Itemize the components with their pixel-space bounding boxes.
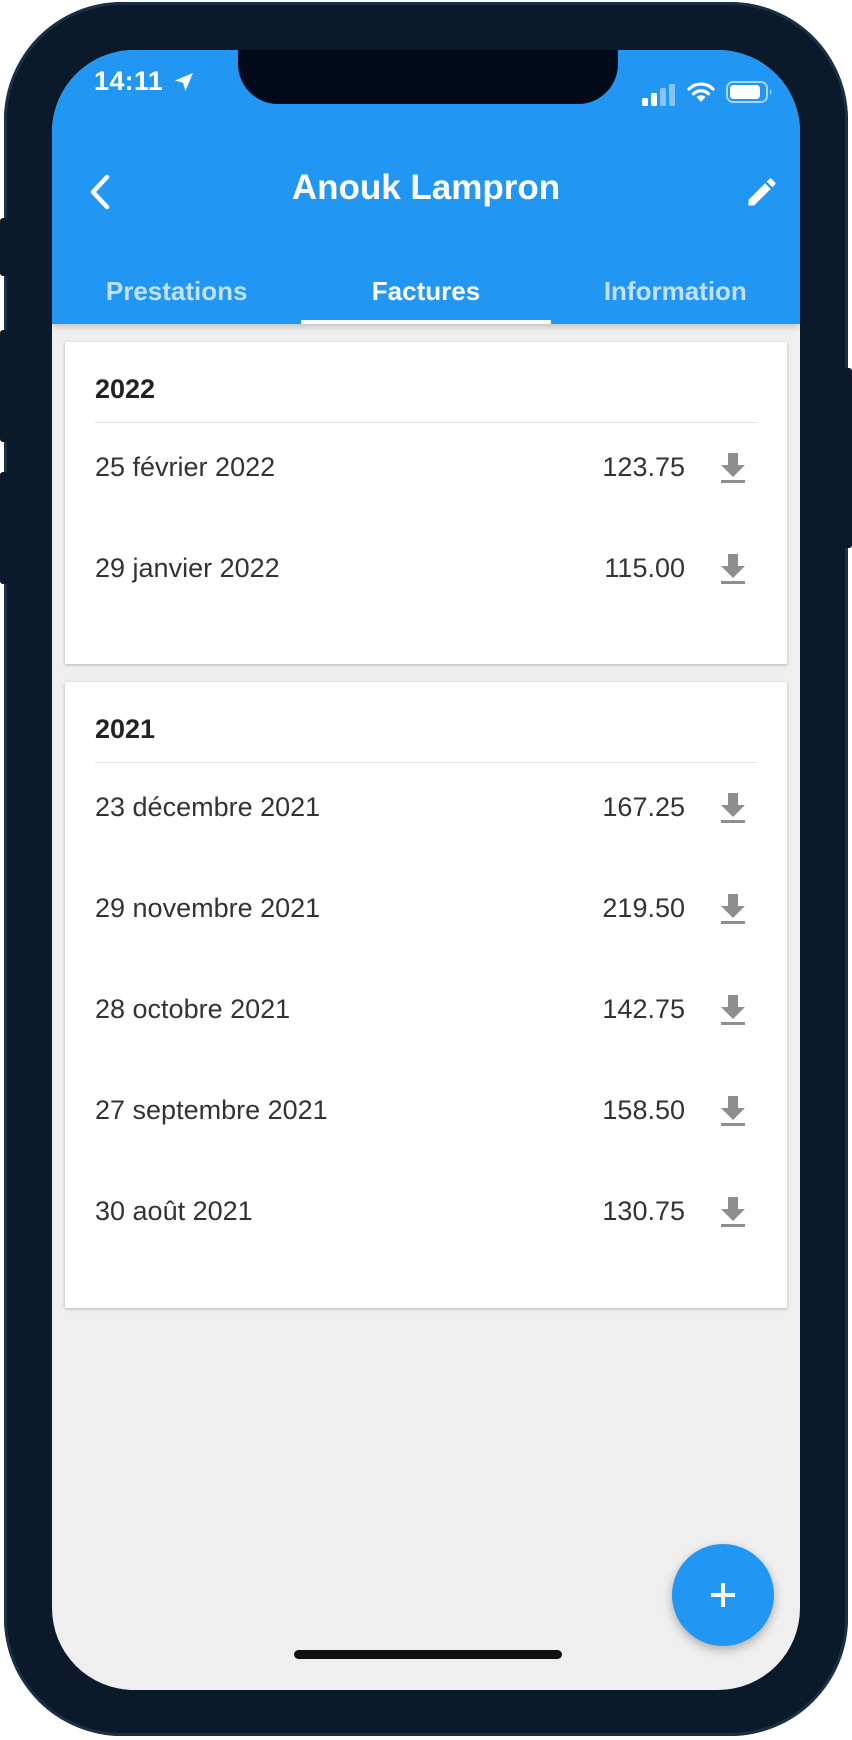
invoice-row[interactable]: 27 septembre 2021 158.50 bbox=[65, 1065, 787, 1166]
volume-up-button bbox=[0, 330, 8, 442]
invoice-amount: 130.75 bbox=[602, 1196, 685, 1226]
mute-switch bbox=[0, 218, 8, 276]
pencil-icon bbox=[748, 178, 776, 206]
invoice-amount: 219.50 bbox=[602, 893, 685, 923]
location-arrow-icon bbox=[175, 73, 193, 91]
download-icon bbox=[721, 793, 745, 823]
tab-information[interactable]: Information bbox=[551, 272, 800, 324]
download-button[interactable] bbox=[715, 790, 751, 826]
download-icon bbox=[721, 894, 745, 924]
download-button[interactable] bbox=[715, 450, 751, 486]
invoice-date: 30 août 2021 bbox=[95, 1196, 253, 1226]
download-button[interactable] bbox=[715, 1093, 751, 1129]
invoice-date: 29 janvier 2022 bbox=[95, 553, 280, 583]
wifi-icon bbox=[687, 82, 715, 102]
download-icon bbox=[721, 1197, 745, 1227]
year-heading: 2021 bbox=[95, 714, 156, 744]
year-card-2021: 2021 23 décembre 2021 167.25 29 novembre… bbox=[65, 682, 787, 1308]
home-indicator[interactable] bbox=[294, 1650, 562, 1659]
invoice-amount: 115.00 bbox=[604, 553, 685, 583]
page-title: Anouk Lampron bbox=[291, 168, 561, 207]
download-button[interactable] bbox=[715, 551, 751, 587]
notch bbox=[238, 50, 618, 104]
invoice-amount: 158.50 bbox=[602, 1095, 685, 1125]
invoice-amount: 167.25 bbox=[602, 792, 685, 822]
battery-icon bbox=[726, 81, 772, 103]
app-bar: 14:11 Anouk Lampron Prestations Factures… bbox=[52, 50, 800, 324]
invoice-row[interactable]: 28 octobre 2021 142.75 bbox=[65, 964, 787, 1065]
invoice-amount: 123.75 bbox=[602, 452, 685, 482]
plus-icon bbox=[711, 1583, 735, 1607]
power-button bbox=[844, 368, 852, 548]
phone-screen: 14:11 Anouk Lampron Prestations Factures… bbox=[52, 50, 800, 1690]
invoice-row[interactable]: 25 février 2022 123.75 bbox=[65, 422, 787, 523]
cellular-signal-icon bbox=[642, 84, 675, 106]
add-invoice-button[interactable] bbox=[672, 1544, 774, 1646]
chevron-left-icon bbox=[90, 174, 110, 210]
tab-factures[interactable]: Factures bbox=[301, 272, 551, 324]
invoice-row[interactable]: 23 décembre 2021 167.25 bbox=[65, 762, 787, 863]
download-icon bbox=[721, 554, 745, 584]
invoice-date: 27 septembre 2021 bbox=[95, 1095, 328, 1125]
invoice-date: 29 novembre 2021 bbox=[95, 893, 321, 923]
invoice-date: 25 février 2022 bbox=[95, 452, 276, 482]
tab-prestations[interactable]: Prestations bbox=[52, 272, 301, 324]
back-button[interactable] bbox=[72, 164, 128, 220]
invoice-date: 28 octobre 2021 bbox=[95, 994, 291, 1024]
tab-bar: Prestations Factures Information bbox=[52, 272, 800, 324]
year-heading: 2022 bbox=[95, 374, 156, 404]
download-icon bbox=[721, 453, 745, 483]
invoice-row[interactable]: 29 janvier 2022 115.00 bbox=[65, 523, 787, 624]
invoice-row[interactable]: 29 novembre 2021 219.50 bbox=[65, 863, 787, 964]
volume-down-button bbox=[0, 472, 8, 584]
download-icon bbox=[721, 995, 745, 1025]
download-button[interactable] bbox=[715, 992, 751, 1028]
status-time: 14:11 bbox=[94, 66, 164, 96]
download-icon bbox=[721, 1096, 745, 1126]
invoice-row[interactable]: 30 août 2021 130.75 bbox=[65, 1166, 787, 1267]
invoice-date: 23 décembre 2021 bbox=[95, 792, 321, 822]
download-button[interactable] bbox=[715, 1194, 751, 1230]
edit-button[interactable] bbox=[734, 164, 790, 220]
invoice-amount: 142.75 bbox=[602, 994, 685, 1024]
year-card-2022: 2022 25 février 2022 123.75 29 janvier 2… bbox=[65, 342, 787, 664]
download-button[interactable] bbox=[715, 891, 751, 927]
